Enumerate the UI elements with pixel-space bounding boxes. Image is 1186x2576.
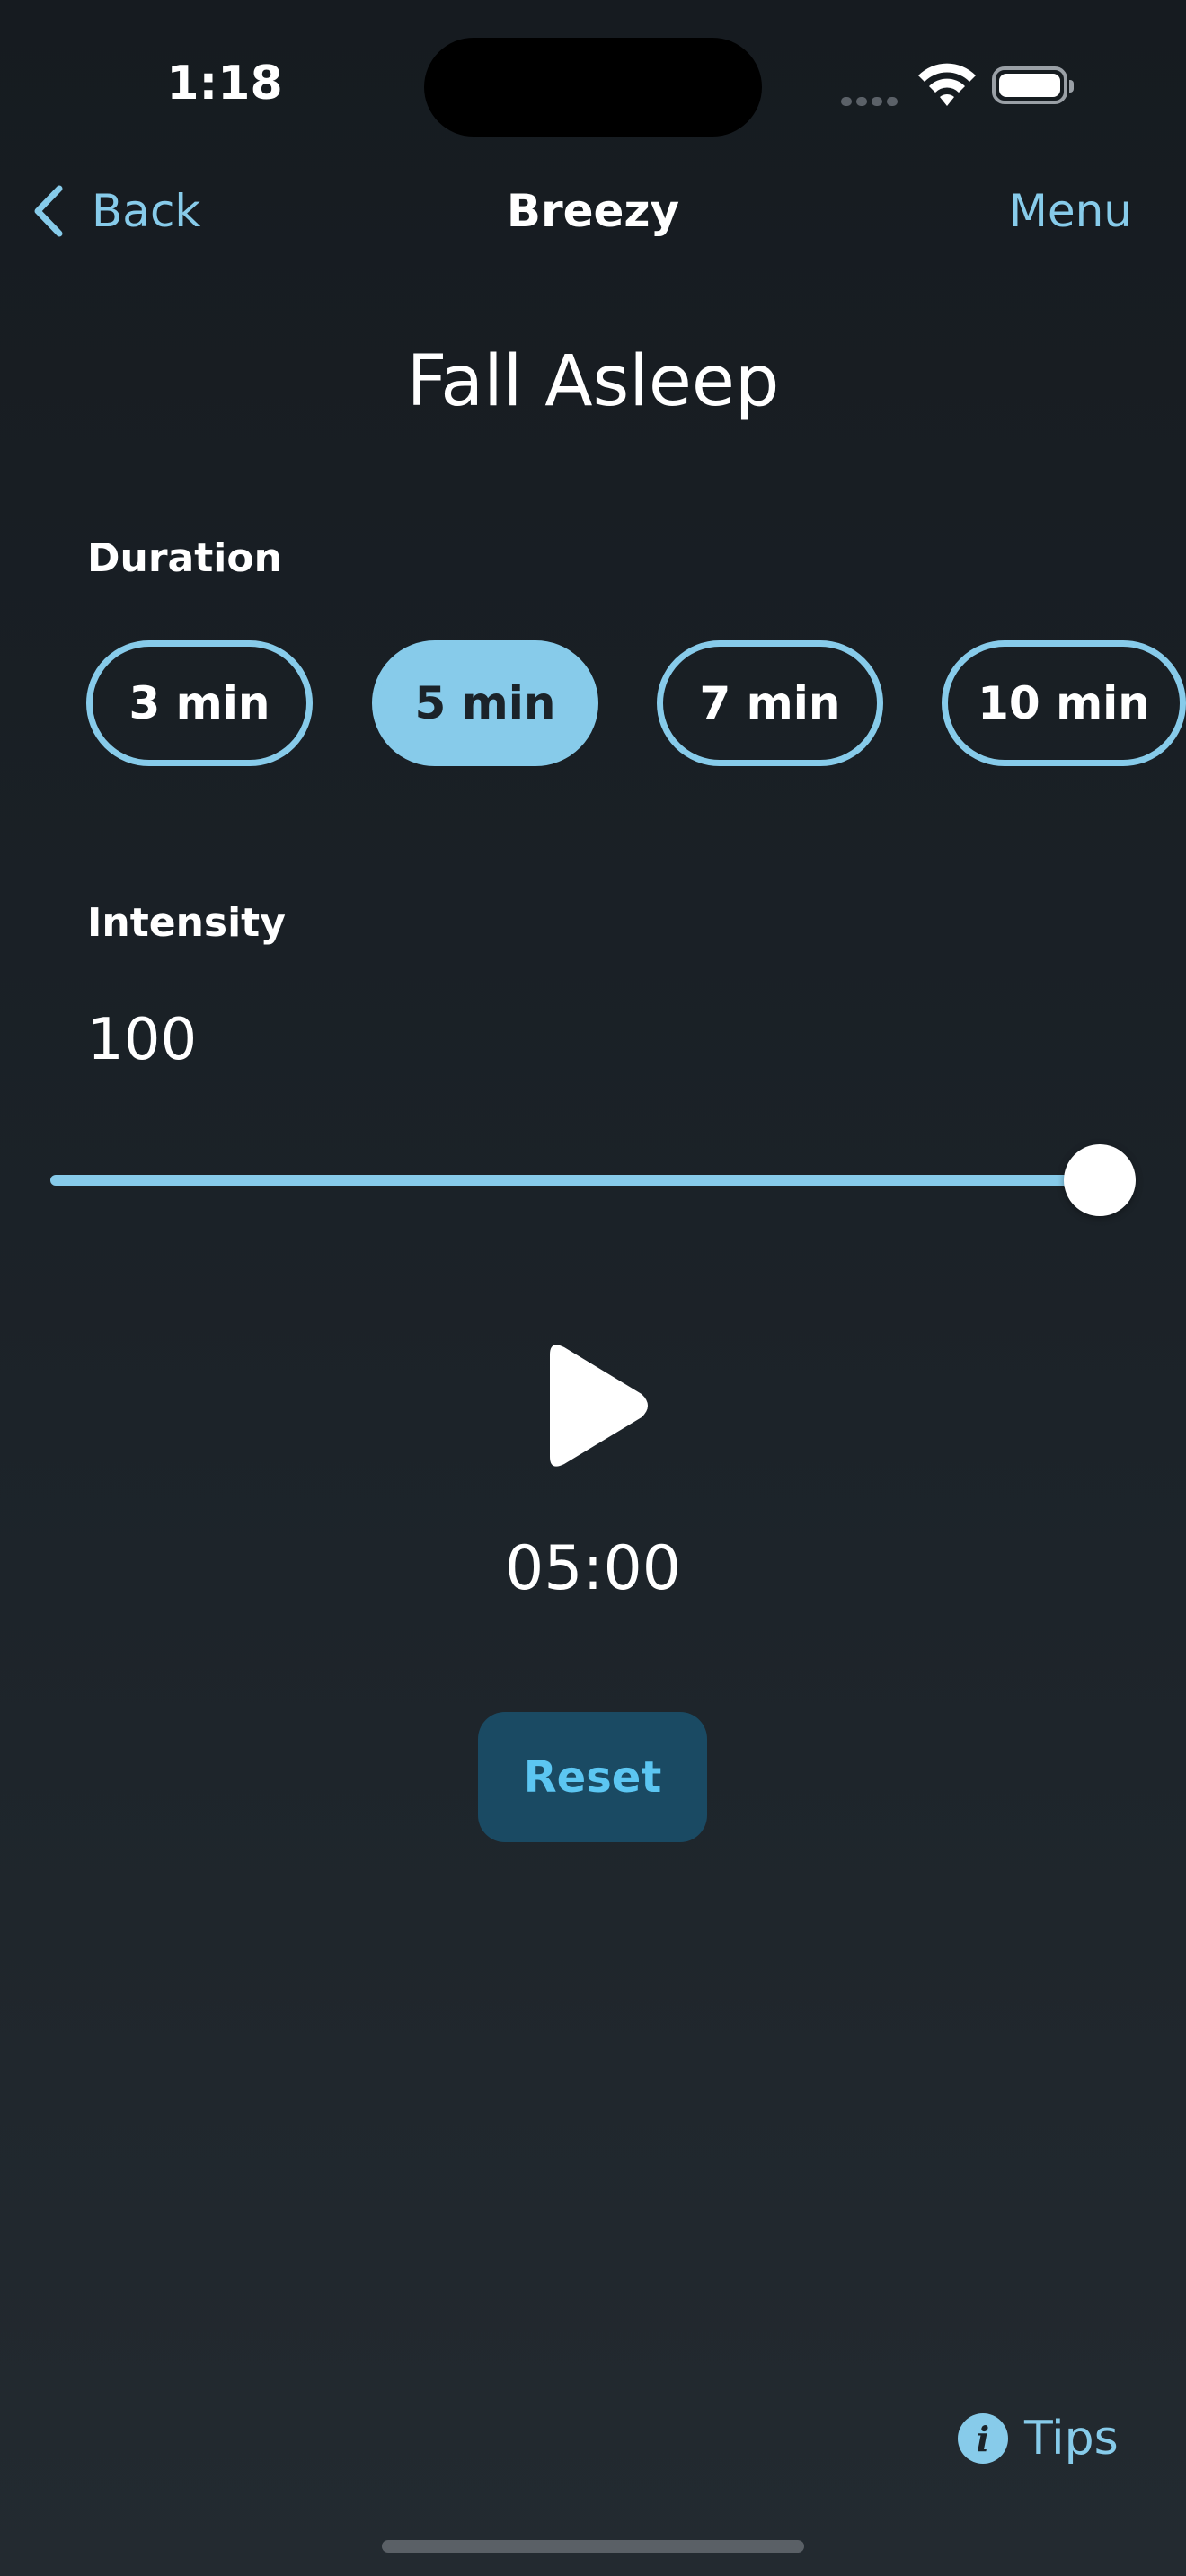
duration-option-3-min[interactable]: 3 min	[86, 640, 313, 766]
tips-label: Tips	[1024, 2412, 1119, 2466]
battery-icon	[992, 66, 1074, 104]
intensity-label: Intensity	[87, 900, 286, 946]
intensity-slider-track[interactable]	[50, 1175, 1102, 1186]
nav-title: Breezy	[506, 185, 680, 237]
back-button[interactable]: Back	[31, 180, 200, 243]
wifi-icon	[918, 63, 976, 106]
menu-button[interactable]: Menu	[988, 180, 1132, 243]
duration-option-10-min[interactable]: 10 min	[942, 640, 1186, 766]
page-title: Fall Asleep	[406, 341, 780, 422]
dynamic-island	[424, 38, 762, 137]
cellular-signal-icon	[841, 93, 902, 110]
info-icon: i	[958, 2413, 1008, 2464]
reset-button[interactable]: Reset	[478, 1712, 707, 1842]
status-time: 1:18	[166, 57, 283, 110]
duration-option-5-min[interactable]: 5 min	[372, 640, 598, 766]
duration-option-7-min[interactable]: 7 min	[657, 640, 883, 766]
intensity-value: 100	[87, 1007, 198, 1073]
duration-label: Duration	[87, 535, 282, 581]
back-label: Back	[92, 185, 201, 237]
home-indicator	[382, 2540, 804, 2553]
chevron-left-icon	[34, 185, 63, 237]
intensity-slider-thumb[interactable]	[1064, 1144, 1136, 1216]
tips-button[interactable]: i Tips	[958, 2407, 1119, 2470]
timer-display: 05:00	[505, 1533, 681, 1604]
play-icon[interactable]	[530, 1338, 656, 1473]
